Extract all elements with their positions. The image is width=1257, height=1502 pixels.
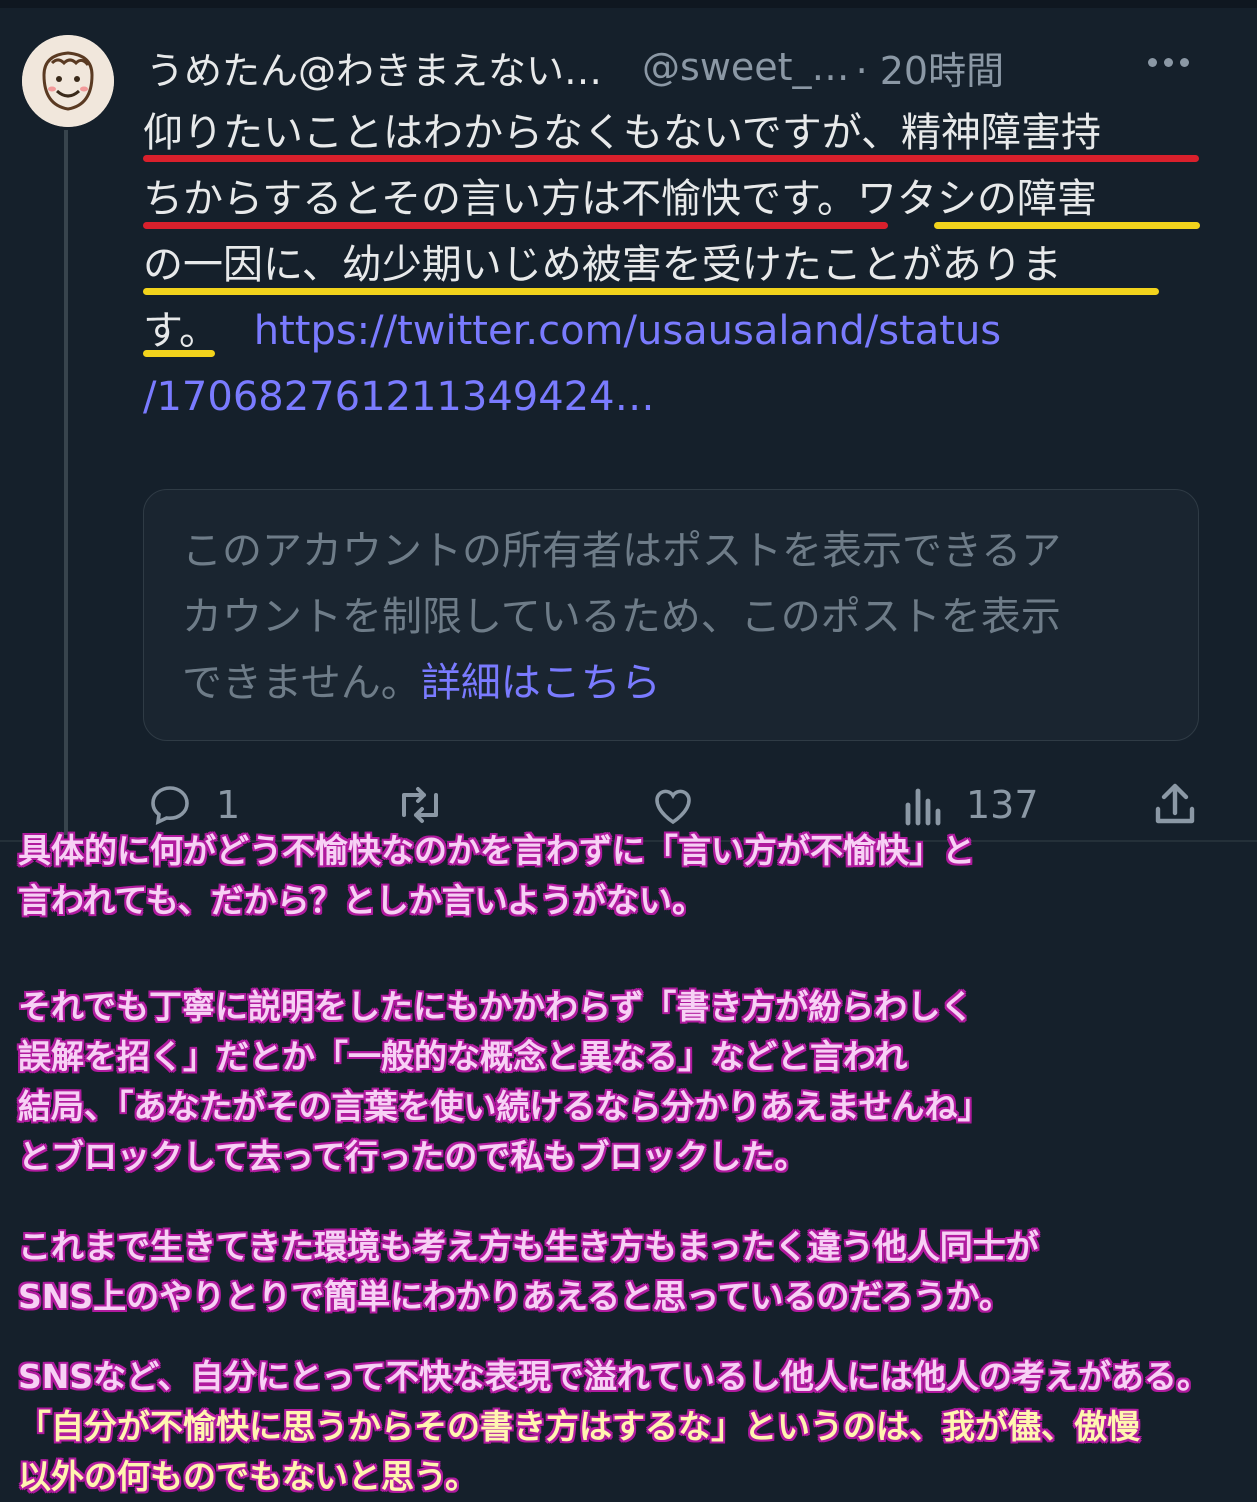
commentary-p4-line1: SNSなど、自分にとって不快な表現で溢れているし他人には他人の考えがある。 xyxy=(18,1357,1210,1396)
thread-connector-line xyxy=(64,130,68,835)
restricted-line-1: このアカウントの所有者はポストを表示できるア xyxy=(182,528,1062,574)
red-underline-1 xyxy=(143,155,1199,162)
yellow-underline-2 xyxy=(143,288,1159,295)
tweet-header: うめたん@わきまえない… @sweet_… · 20時間 xyxy=(146,40,1004,94)
restricted-line-3: できません。詳細はこちら xyxy=(182,650,1182,716)
yellow-underline-3 xyxy=(143,350,215,357)
tweet-body: 仰りたいことはわからなくもないですが、精神障害持 ちからするとその言い方は不愉快… xyxy=(143,100,1213,430)
commentary-p1-line1: 具体的に何がどう不愉快なのかを言わずに「言い方が不愉快」と xyxy=(18,831,975,870)
timestamp[interactable]: · 20時間 xyxy=(856,40,1005,95)
learn-more-link[interactable]: 詳細はこちら xyxy=(421,660,661,706)
red-underline-2 xyxy=(143,222,888,229)
tweet-line-4-text: す。 xyxy=(143,308,219,354)
commentary-overlay: 具体的に何がどう不愉快なのかを言わずに「言い方が不愉快」と 言われても、だから？… xyxy=(18,826,1253,1502)
restricted-post-card: このアカウントの所有者はポストを表示できるア カウントを制限しているため、このポ… xyxy=(143,489,1199,741)
commentary-p4-line2: 「自分が不愉快に思うからその書き方はするな」というのは、我が儘、傲慢 xyxy=(18,1407,1140,1446)
tweet-line-5: /170682761211349424… xyxy=(143,364,1213,430)
tweet-link-part1[interactable]: https://twitter.com/usausaland/status xyxy=(254,308,1001,354)
restricted-line-3-text: できません。 xyxy=(182,660,421,706)
share-icon xyxy=(1155,783,1195,824)
reply-count: 1 xyxy=(216,783,241,827)
heart-icon xyxy=(655,789,691,825)
display-name[interactable]: うめたん@わきまえない… xyxy=(146,40,602,95)
commentary-p2-line3: 結局、「あなたがその言葉を使い続けるなら分かりあえませんね」 xyxy=(18,1087,991,1126)
commentary-p3-line2: SNS上のやりとりで簡単にわかりあえると思っているのだろうか。 xyxy=(18,1277,1012,1316)
commentary-p2-line1: それでも丁寧に説明をしたにもかかわらず「書き方が紛らわしく xyxy=(18,987,974,1026)
commentary-p4-line3: 以外の何ものでもないと思う。 xyxy=(18,1457,479,1496)
more-options-icon[interactable] xyxy=(1148,50,1198,74)
views-count: 137 xyxy=(966,783,1039,827)
top-divider xyxy=(0,0,1257,8)
restricted-line-2: カウントを制限しているため、このポストを表示 xyxy=(182,594,1061,640)
commentary-p2-line4: とブロックして去って行ったので私もブロックした。 xyxy=(18,1137,808,1176)
yellow-underline-1 xyxy=(934,222,1200,229)
smiley-face-avatar-icon xyxy=(22,35,114,127)
commentary-p3-line1: これまで生きてきた環境も考え方も生き方もまったく違う他人同士が xyxy=(18,1227,1039,1266)
reply-icon xyxy=(151,786,189,826)
commentary-p2-line2: 誤解を招く」だとか「一般的な概念と異なる」などと言われ xyxy=(18,1037,908,1076)
repost-icon xyxy=(402,787,438,823)
avatar[interactable] xyxy=(22,35,114,127)
user-handle[interactable]: @sweet_… xyxy=(642,45,850,89)
analytics-bars-icon xyxy=(905,788,941,826)
commentary-p1-line2: 言われても、だから？としか言いようがない。 xyxy=(18,881,706,920)
tweet-link-part2[interactable]: /170682761211349424… xyxy=(143,374,655,420)
tweet-line-4: す。 https://twitter.com/usausaland/status xyxy=(143,298,1213,364)
